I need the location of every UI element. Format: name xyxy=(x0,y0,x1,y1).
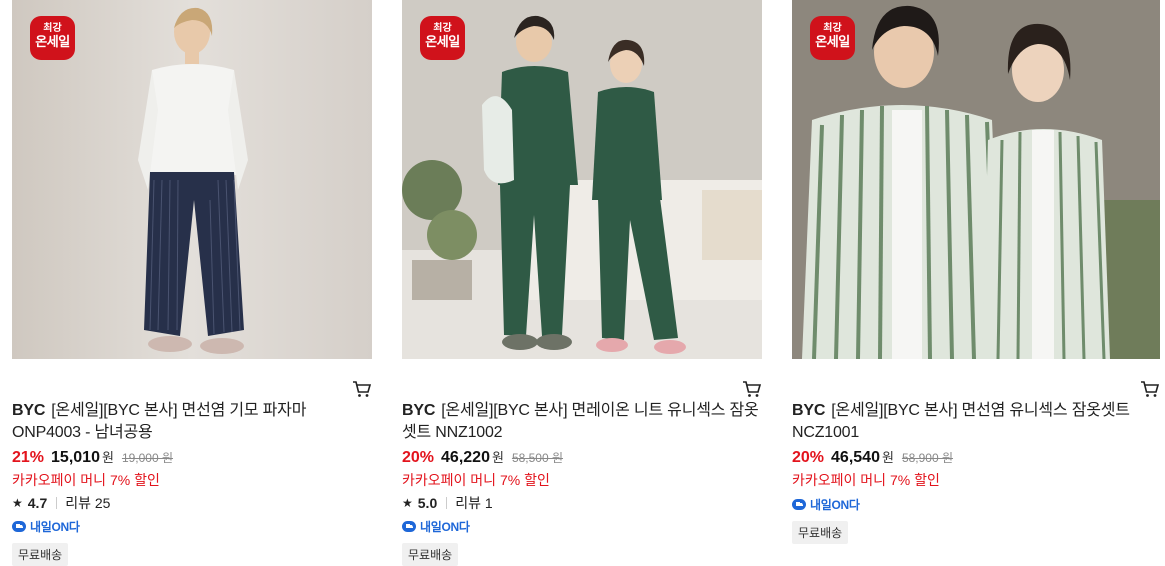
delivery-badge: 내일ON다 xyxy=(12,518,372,534)
product-image[interactable]: 최강 온세일 xyxy=(792,0,1160,359)
review-count: 리뷰 25 xyxy=(65,495,111,511)
product-card[interactable]: 최강 온세일 BYC [온세일][BYC 본사] 면선염 기모 파자마 ONP40… xyxy=(12,0,372,566)
product-title[interactable]: BYC [온세일][BYC 본사] 면선염 기모 파자마 ONP4003 - 남녀… xyxy=(12,400,372,444)
review-count: 리뷰 1 xyxy=(455,495,493,511)
cart-icon[interactable] xyxy=(742,380,762,398)
product-name: [온세일][BYC 본사] 면선염 유니섹스 잠옷셋트 NCZ1001 xyxy=(792,402,1130,441)
promo-text: 카카오페이 머니 7% 할인 xyxy=(792,472,940,488)
product-name: [온세일][BYC 본사] 면선염 기모 파자마 ONP4003 - 남녀공용 xyxy=(12,402,307,441)
delivery-badge: 내일ON다 xyxy=(402,518,762,534)
currency-unit: 원 xyxy=(491,450,504,465)
product-image[interactable]: 최강 온세일 xyxy=(12,0,372,359)
divider xyxy=(56,497,58,509)
on-sale-badge: 최강 온세일 xyxy=(30,16,75,60)
product-title[interactable]: BYC [온세일][BYC 본사] 면선염 유니섹스 잠옷셋트 NCZ1001 xyxy=(792,400,1160,444)
badge-line-2: 온세일 xyxy=(425,33,460,49)
discount-rate: 21% xyxy=(12,449,45,466)
cart-icon[interactable] xyxy=(352,380,372,398)
rating-row: ★ 5.0 리뷰 1 xyxy=(402,493,762,513)
delivery-label: 내일ON다 xyxy=(420,519,470,534)
product-card[interactable]: 최강 온세일 BYC [온세일][BYC 본사] 면선염 유니섹스 잠옷셋트 NC… xyxy=(792,0,1160,544)
product-card[interactable]: 최강 온세일 BYC [온세일][BYC 본사] 면레이온 니트 유니섹스 잠옷셋… xyxy=(402,0,762,566)
cart-icon[interactable] xyxy=(1140,380,1160,398)
currency-unit: 원 xyxy=(881,450,894,465)
promo-text: 카카오페이 머니 7% 할인 xyxy=(402,472,550,488)
delivery-label: 내일ON다 xyxy=(810,497,860,512)
product-title[interactable]: BYC [온세일][BYC 본사] 면레이온 니트 유니섹스 잠옷셋트 NNZ10… xyxy=(402,400,762,444)
product-image[interactable]: 최강 온세일 xyxy=(402,0,762,359)
rating-row: ★ 4.7 리뷰 25 xyxy=(12,493,372,513)
badge-line-1: 최강 xyxy=(433,23,452,34)
currency-unit: 원 xyxy=(101,450,114,465)
product-name: [온세일][BYC 본사] 면레이온 니트 유니섹스 잠옷셋트 NNZ1002 xyxy=(402,402,759,441)
badge-line-2: 온세일 xyxy=(35,33,70,49)
delivery-truck-icon xyxy=(792,498,806,510)
on-sale-badge: 최강 온세일 xyxy=(810,16,855,60)
delivery-truck-icon xyxy=(12,520,26,532)
on-sale-badge: 최강 온세일 xyxy=(420,16,465,60)
brand-name: BYC xyxy=(792,402,826,419)
star-icon: ★ xyxy=(402,496,413,510)
badge-line-1: 최강 xyxy=(823,23,842,34)
brand-name: BYC xyxy=(12,402,46,419)
badge-line-2: 온세일 xyxy=(815,33,850,49)
original-price: 19,000 원 xyxy=(121,451,174,465)
rating-score: 4.7 xyxy=(27,495,48,511)
star-icon: ★ xyxy=(12,496,23,510)
sale-price: 46,540 xyxy=(831,449,880,466)
original-price: 58,900 원 xyxy=(901,451,954,465)
promo-text: 카카오페이 머니 7% 할인 xyxy=(12,472,160,488)
price-row: 20% 46,540 원 58,900 원 xyxy=(792,447,1160,467)
sale-price: 15,010 xyxy=(51,449,100,466)
divider xyxy=(446,497,448,509)
rating-score: 5.0 xyxy=(417,495,438,511)
delivery-badge: 내일ON다 xyxy=(792,496,1160,512)
price-row: 21% 15,010 원 19,000 원 xyxy=(12,447,372,467)
brand-name: BYC xyxy=(402,402,436,419)
delivery-label: 내일ON다 xyxy=(30,519,80,534)
sale-price: 46,220 xyxy=(441,449,490,466)
delivery-truck-icon xyxy=(402,520,416,532)
discount-rate: 20% xyxy=(402,449,435,466)
free-shipping-tag: 무료배송 xyxy=(792,521,849,544)
discount-rate: 20% xyxy=(792,449,825,466)
original-price: 58,500 원 xyxy=(511,451,564,465)
badge-line-1: 최강 xyxy=(43,23,62,34)
price-row: 20% 46,220 원 58,500 원 xyxy=(402,447,762,467)
